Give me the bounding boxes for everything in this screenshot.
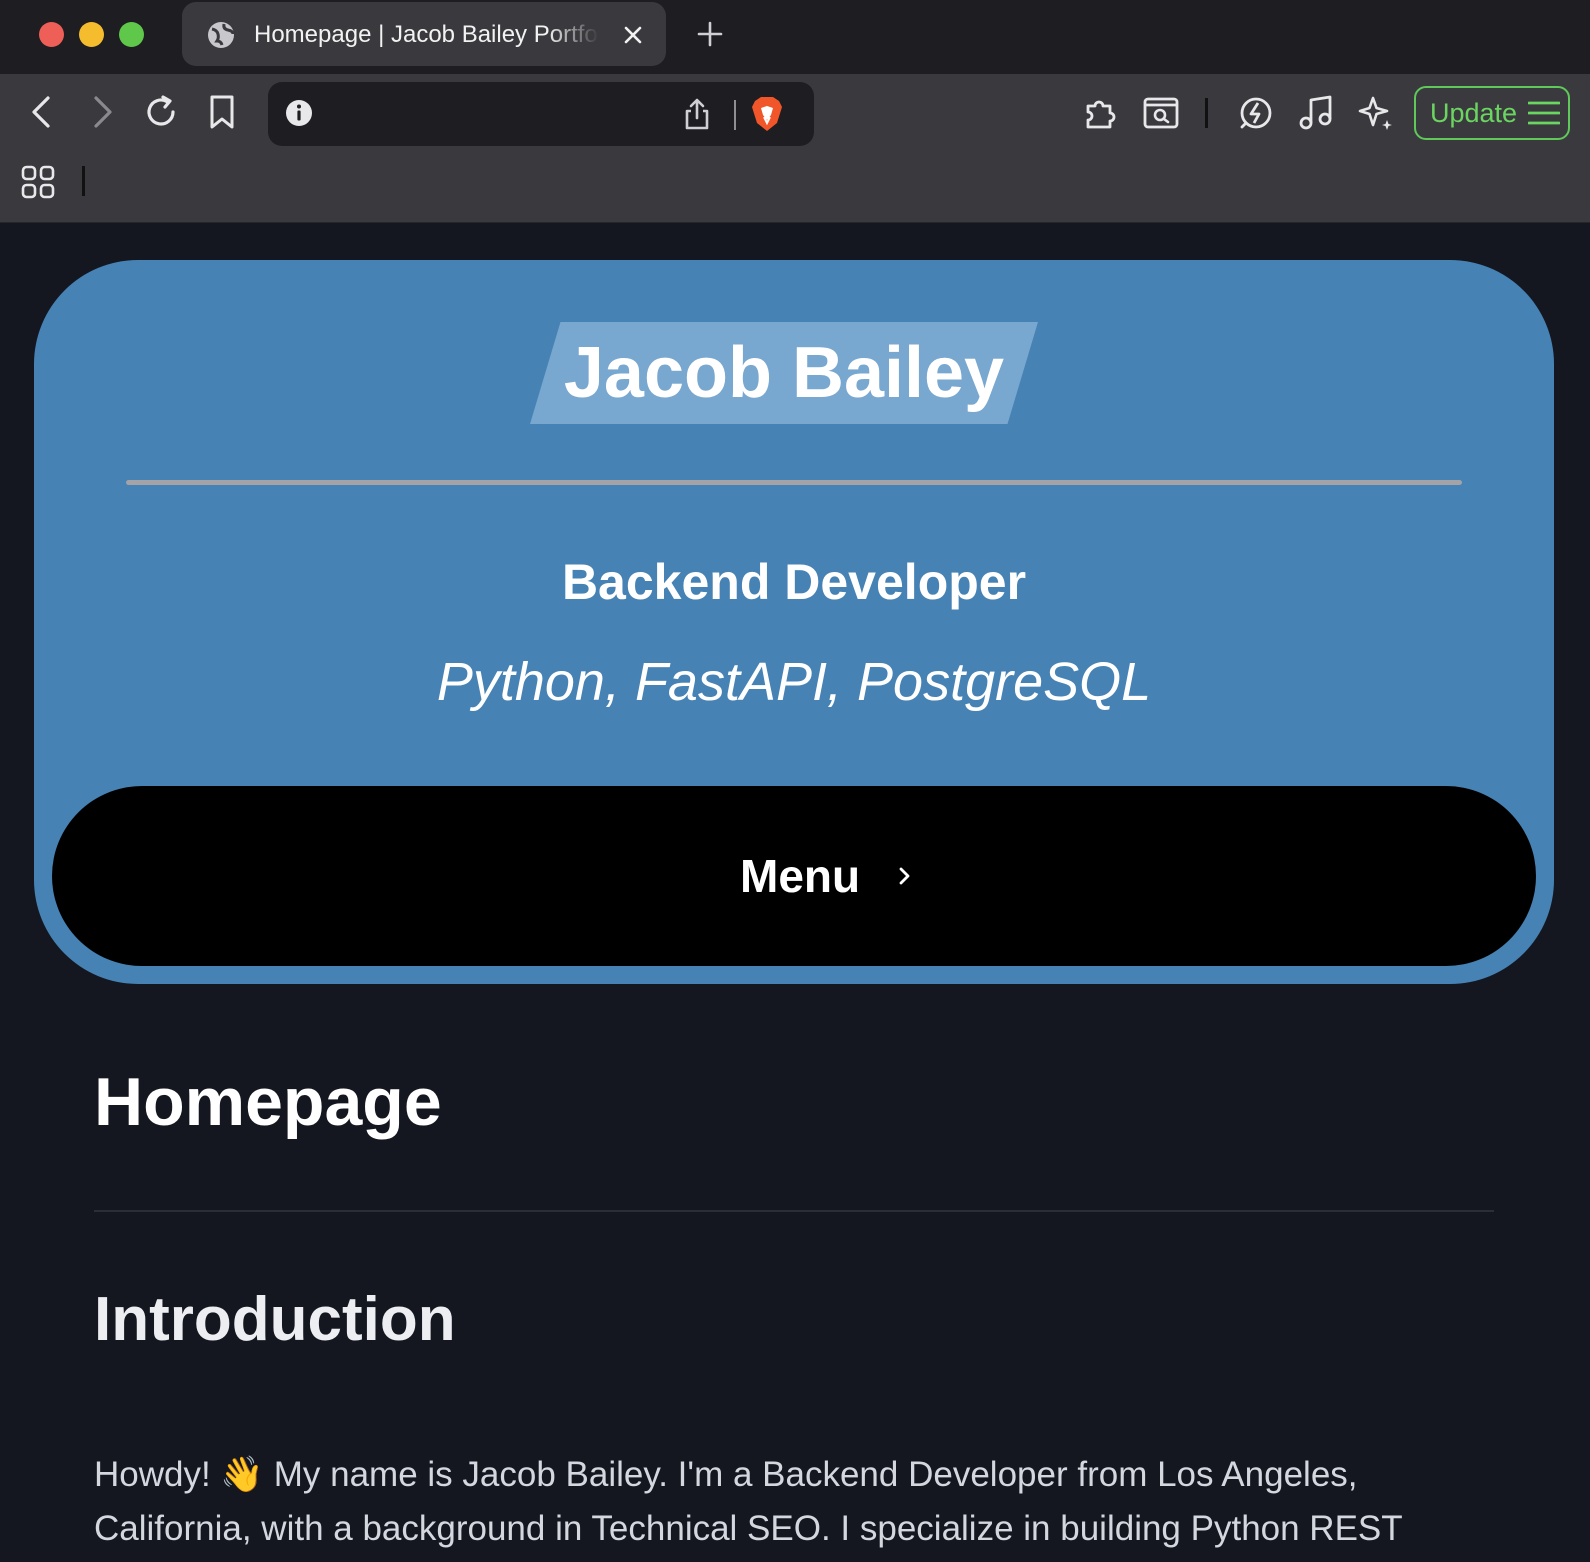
globe-icon: [208, 22, 235, 48]
name-banner: Jacob Bailey: [530, 322, 1038, 424]
update-button[interactable]: Update: [1414, 86, 1570, 140]
browser-toolbar: Update: [0, 74, 1590, 223]
minimize-window-button[interactable]: [79, 22, 104, 47]
close-icon[interactable]: [622, 24, 644, 46]
search-tab-icon[interactable]: [1142, 94, 1180, 132]
page-title: Homepage: [94, 1064, 442, 1140]
close-window-button[interactable]: [39, 22, 64, 47]
tab-title: Homepage | Jacob Bailey Portfolio: [254, 21, 599, 48]
tech-stack: Python, FastAPI, PostgreSQL: [436, 652, 1152, 712]
intro-paragraph: Howdy! 👋 My name is Jacob Bailey. I'm a …: [94, 1455, 1403, 1548]
hero-card: Jacob Bailey Backend Developer Python, F…: [34, 260, 1554, 984]
extensions-icon[interactable]: [1082, 94, 1120, 132]
role-heading: Backend Developer: [561, 554, 1027, 610]
menu-label: Menu: [740, 850, 861, 902]
section-title: Introduction: [94, 1285, 456, 1354]
back-icon[interactable]: [24, 94, 60, 130]
brave-shield-icon[interactable]: [749, 95, 785, 133]
update-label: Update: [1430, 98, 1518, 128]
reload-icon[interactable]: [143, 94, 179, 130]
chevron-right-icon: [899, 867, 910, 885]
leo-icon[interactable]: [1237, 94, 1275, 132]
bookmarks-divider: [82, 166, 85, 196]
address-bar[interactable]: [268, 82, 814, 146]
music-icon[interactable]: [1297, 94, 1335, 132]
share-icon[interactable]: [679, 96, 715, 132]
apps-grid-icon[interactable]: [20, 164, 56, 200]
sparkle-icon[interactable]: [1357, 94, 1395, 132]
forward-icon[interactable]: [84, 94, 120, 130]
info-icon[interactable]: [284, 98, 314, 128]
browser-tab[interactable]: Homepage | Jacob Bailey Portfolio: [182, 2, 666, 66]
hero-divider: [126, 480, 1462, 485]
address-bar-divider: [734, 100, 736, 130]
content-divider: [94, 1210, 1494, 1212]
zoom-window-button[interactable]: [119, 22, 144, 47]
menu-button[interactable]: Menu: [52, 786, 1536, 966]
plus-icon[interactable]: [696, 20, 724, 48]
hamburger-icon: [1528, 101, 1560, 125]
browser-titlebar: Homepage | Jacob Bailey Portfolio: [0, 0, 1590, 74]
bookmark-icon[interactable]: [204, 94, 240, 130]
toolbar-divider: [1205, 98, 1208, 128]
site-name: Jacob Bailey: [563, 333, 1005, 413]
